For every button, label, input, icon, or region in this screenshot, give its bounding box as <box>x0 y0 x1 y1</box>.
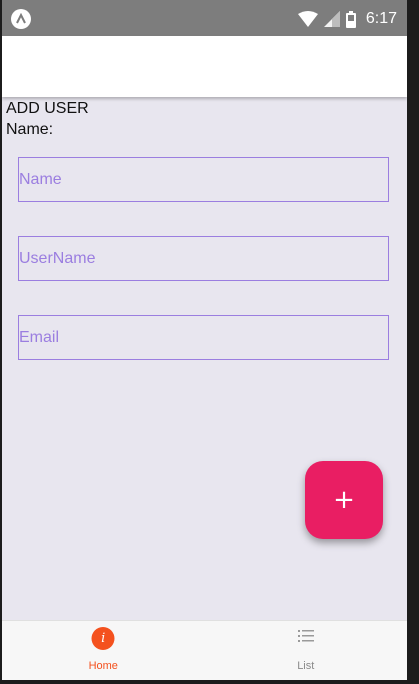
name-input[interactable] <box>18 157 389 202</box>
app-header <box>2 36 407 97</box>
tab-home-label: Home <box>88 660 118 672</box>
status-time: 6:17 <box>365 10 397 27</box>
plus-icon: + <box>333 485 355 515</box>
username-input[interactable] <box>18 236 389 281</box>
tab-list-label: List <box>297 660 315 672</box>
tab-list[interactable]: List <box>205 621 408 680</box>
info-icon: i <box>91 627 115 650</box>
add-user-button[interactable]: + <box>305 461 383 539</box>
status-bar: 6:17 <box>2 0 407 36</box>
battery-icon <box>345 10 356 28</box>
name-label: Name: <box>6 121 54 138</box>
app-notification-icon <box>11 9 31 29</box>
tab-home[interactable]: i Home <box>2 621 205 680</box>
status-icons: 6:17 <box>297 8 397 30</box>
page-title: ADD USER <box>6 100 89 117</box>
signal-icon <box>323 11 340 27</box>
add-user-screen: ADD USER Name: + <box>2 97 407 620</box>
wifi-icon <box>297 11 318 27</box>
email-input[interactable] <box>18 315 389 360</box>
phone-screen: 6:17 ADD USER Name: + i Home <box>2 0 407 680</box>
list-icon <box>297 627 315 650</box>
bottom-tab-bar: i Home List <box>2 620 407 680</box>
